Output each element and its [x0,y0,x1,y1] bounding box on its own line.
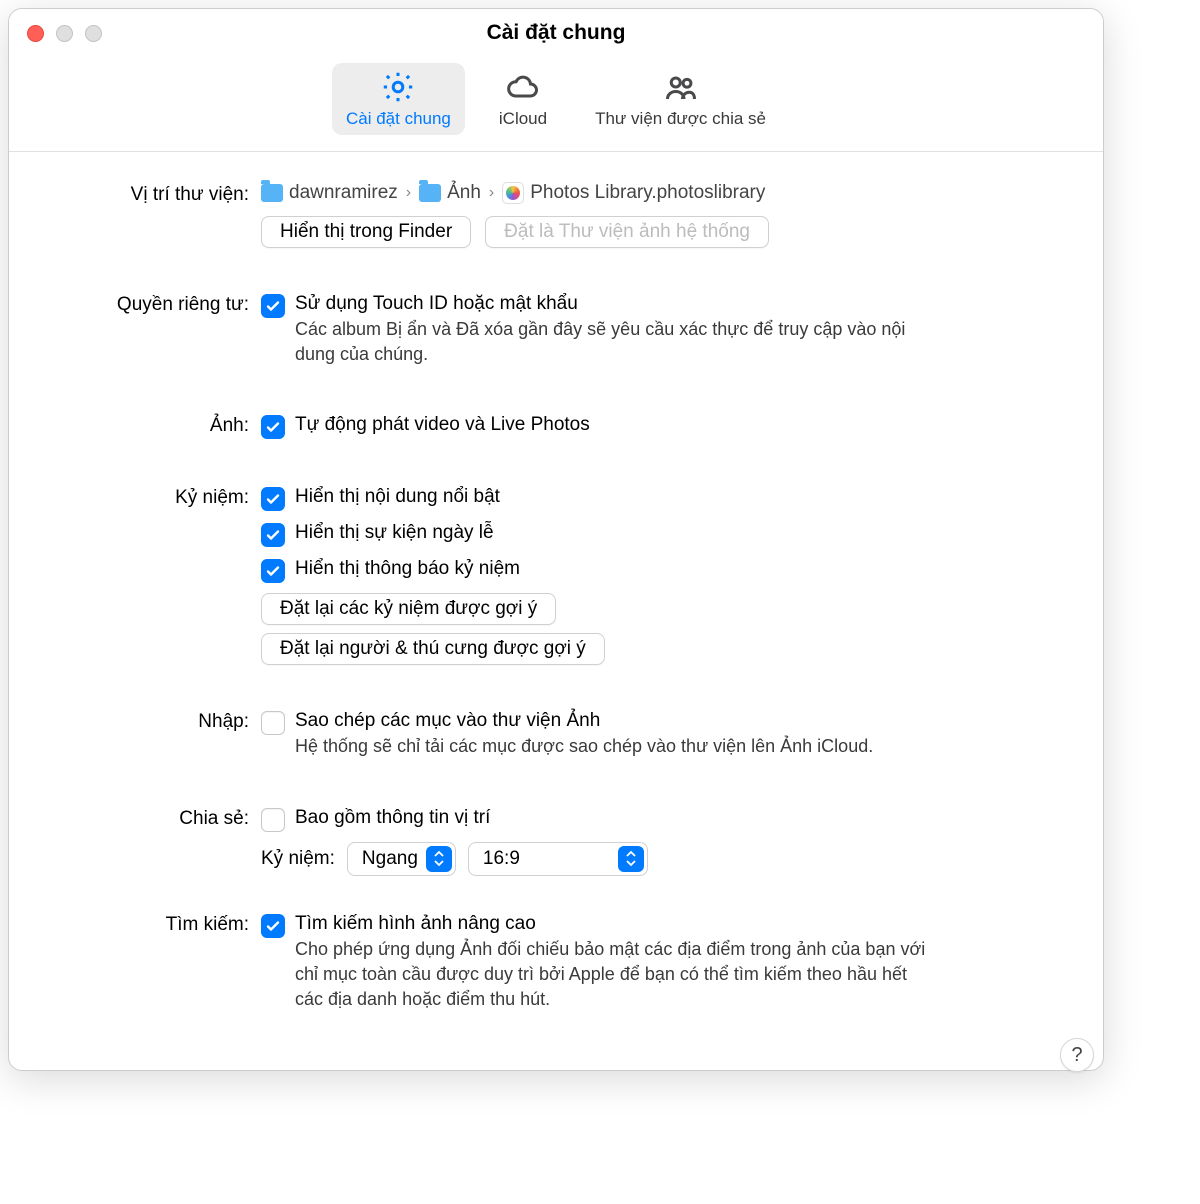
traffic-lights [27,25,102,42]
autoplay-check-label: Tự động phát video và Live Photos [295,413,590,436]
check-icon [265,918,281,934]
chevron-right-icon: › [489,184,494,202]
label-sharing: Chia sẻ: [57,806,261,830]
row-privacy: Quyền riêng tư: Sử dụng Touch ID hoặc mậ… [57,292,1055,377]
copy-items-checkbox[interactable] [261,711,285,735]
people-icon [663,69,699,105]
window-title: Cài đặt chung [25,21,1087,45]
import-desc: Hệ thống sẽ chỉ tải các mục được sao ché… [295,734,873,759]
settings-window: Cài đặt chung Cài đặt chung iCloud Thư v… [8,8,1104,1071]
holiday-checkbox[interactable] [261,523,285,547]
row-library-location: Vị trí thư viện: dawnramirez › Ảnh › Pho… [57,182,1055,256]
label-privacy: Quyền riêng tư: [57,292,261,316]
photos-library-icon [502,182,524,204]
copy-items-check-label: Sao chép các mục vào thư viện Ảnh [295,710,873,732]
row-import: Nhập: Sao chép các mục vào thư viện Ảnh … [57,709,1055,769]
help-button[interactable]: ? [1060,1038,1094,1072]
toolbar: Cài đặt chung iCloud Thư viện được chia … [9,57,1103,152]
autoplay-checkbox[interactable] [261,415,285,439]
location-checkbox[interactable] [261,808,285,832]
reset-people-button[interactable]: Đặt lại người & thú cưng được gợi ý [261,633,605,665]
holiday-check-label: Hiển thị sự kiện ngày lễ [295,521,494,544]
stepper-icon [426,846,452,872]
enhanced-search-checkbox[interactable] [261,914,285,938]
enhanced-search-check-label: Tìm kiếm hình ảnh nâng cao [295,913,935,935]
orientation-select[interactable]: Ngang [347,842,456,876]
featured-checkbox[interactable] [261,487,285,511]
show-in-finder-button[interactable]: Hiển thị trong Finder [261,216,471,248]
check-icon [265,419,281,435]
check-icon [265,298,281,314]
breadcrumb-item[interactable]: dawnramirez [261,182,398,204]
cloud-icon [505,69,541,105]
notification-checkbox[interactable] [261,559,285,583]
label-library: Vị trí thư viện: [57,182,261,206]
chevron-right-icon: › [406,184,411,202]
breadcrumb: dawnramirez › Ảnh › Photos Library.photo… [261,182,1055,204]
gear-icon [380,69,416,105]
content: Vị trí thư viện: dawnramirez › Ảnh › Pho… [9,152,1103,1070]
reset-memories-button[interactable]: Đặt lại các kỷ niệm được gợi ý [261,593,556,625]
tab-label: Thư viện được chia sẻ [595,109,766,129]
titlebar: Cài đặt chung [9,9,1103,57]
privacy-checkbox[interactable] [261,294,285,318]
minimize-icon[interactable] [56,25,73,42]
aspect-value: 16:9 [483,848,610,870]
label-memories: Kỷ niệm: [57,485,261,509]
tab-general[interactable]: Cài đặt chung [332,63,465,135]
row-photos: Ảnh: Tự động phát video và Live Photos [57,413,1055,449]
close-icon[interactable] [27,25,44,42]
check-icon [265,563,281,579]
location-check-label: Bao gồm thông tin vị trí [295,806,490,829]
featured-check-label: Hiển thị nội dung nổi bật [295,485,500,508]
privacy-check-label: Sử dụng Touch ID hoặc mật khẩu [295,293,935,315]
set-system-library-button: Đặt là Thư viện ảnh hệ thống [485,216,769,248]
search-desc: Cho phép ứng dụng Ảnh đối chiếu bảo mật … [295,937,935,1013]
memories-sublabel: Kỷ niệm: [261,848,335,870]
zoom-icon[interactable] [85,25,102,42]
notification-check-label: Hiển thị thông báo kỷ niệm [295,557,520,580]
folder-icon [419,184,441,202]
row-memories: Kỷ niệm: Hiển thị nội dung nổi bật Hiển … [57,485,1055,673]
label-search: Tìm kiếm: [57,912,261,936]
folder-icon [261,184,283,202]
orientation-value: Ngang [362,848,418,870]
privacy-desc: Các album Bị ẩn và Đã xóa gần đây sẽ yêu… [295,317,935,367]
label-import: Nhập: [57,709,261,733]
tab-icloud[interactable]: iCloud [485,63,561,135]
row-sharing: Chia sẻ: Bao gồm thông tin vị trí Kỷ niệ… [57,806,1055,876]
tab-label: iCloud [499,109,547,129]
tab-label: Cài đặt chung [346,109,451,129]
tab-shared-library[interactable]: Thư viện được chia sẻ [581,63,780,135]
row-search: Tìm kiếm: Tìm kiếm hình ảnh nâng cao Cho… [57,912,1055,1023]
breadcrumb-item[interactable]: Photos Library.photoslibrary [502,182,765,204]
label-photos: Ảnh: [57,413,261,437]
breadcrumb-item[interactable]: Ảnh [419,182,481,204]
check-icon [265,491,281,507]
aspect-select[interactable]: 16:9 [468,842,648,876]
check-icon [265,527,281,543]
stepper-icon [618,846,644,872]
